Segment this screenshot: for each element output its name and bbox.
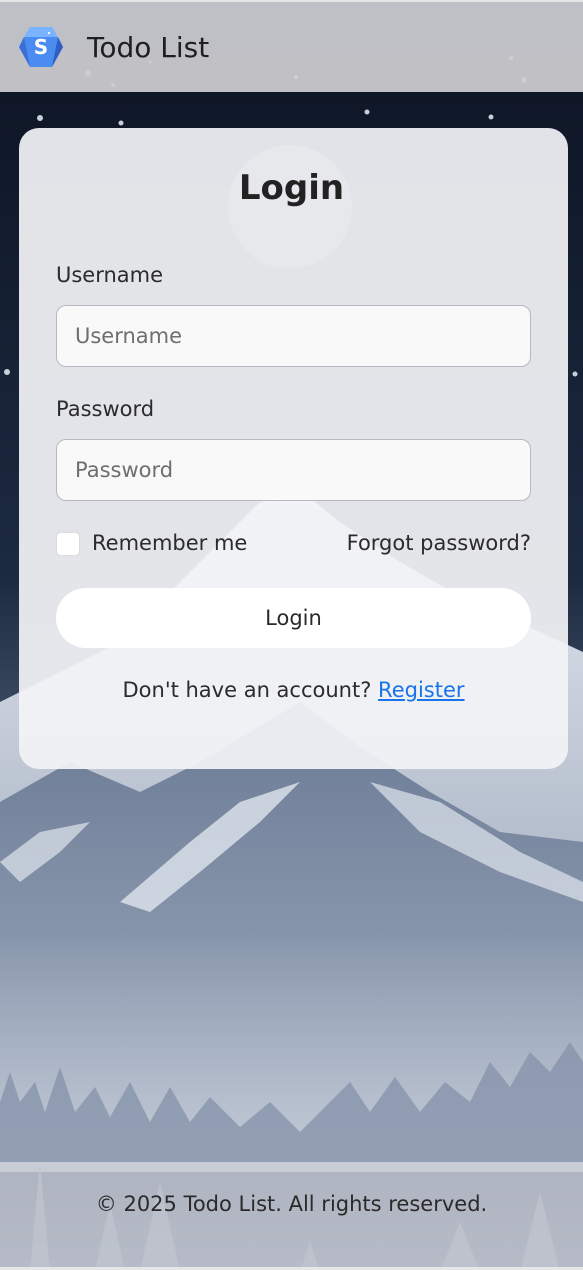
navbar: S Todo List [0,2,583,92]
svg-text:S: S [34,35,48,59]
username-label: Username [56,263,164,287]
login-button[interactable]: Login [56,588,531,648]
login-heading: Login [238,168,345,208]
username-input[interactable] [56,305,531,367]
todo-logo-icon[interactable]: S [18,24,64,70]
remember-me-label[interactable]: Remember me [92,531,247,555]
register-prompt: Don't have an account? [122,678,379,702]
register-link[interactable]: Register [378,678,464,702]
app-title[interactable]: Todo List [87,31,209,64]
password-label: Password [56,397,155,421]
footer-copyright: © 2025 Todo List. All rights reserved. [95,1192,488,1216]
forgot-password-link[interactable]: Forgot password? [347,531,531,555]
remember-row: Remember me Forgot password? [56,531,531,562]
password-input[interactable] [56,439,531,501]
register-row: Don't have an account? Register [19,678,568,702]
remember-me-checkbox[interactable] [56,532,80,556]
page: S Todo List Login Username Password Reme… [0,0,583,1270]
